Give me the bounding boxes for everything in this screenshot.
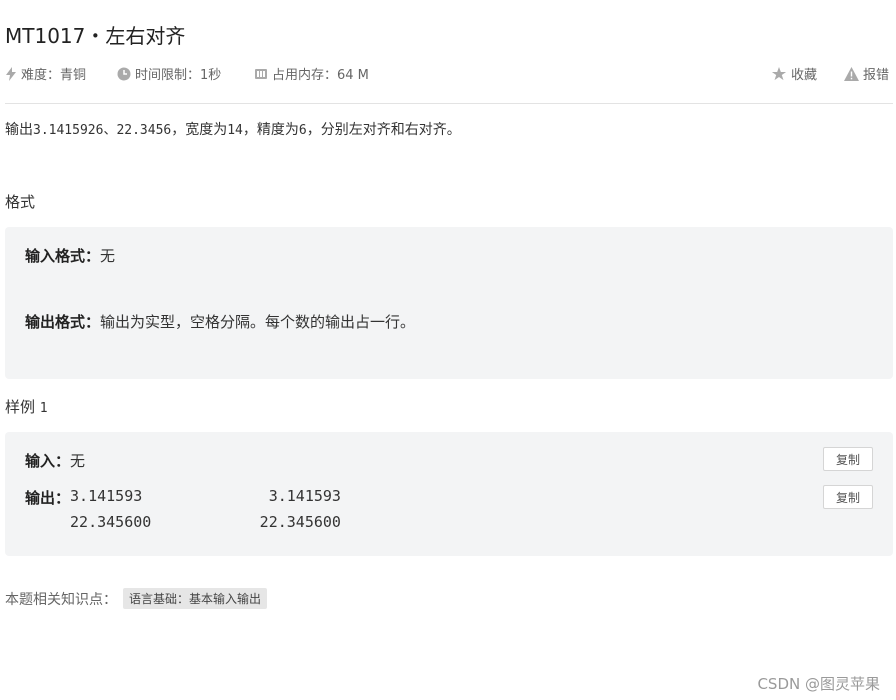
- format-box: 输入格式： 无 输出格式： 输出为实型，空格分隔。每个数的输出占一行。: [5, 227, 893, 379]
- difficulty-meta: 难度：青铜: [5, 64, 86, 83]
- memory-meta: 占用内存：64 M: [254, 64, 369, 83]
- knowledge-label: 本题相关知识点：: [5, 591, 117, 608]
- output-format-value: 输出为实型，空格分隔。每个数的输出占一行。: [100, 313, 416, 331]
- report-label: 报错: [863, 68, 890, 83]
- sample-output-row: 输出： 3.141593 3.141593 22.345600 22.34560…: [25, 487, 341, 531]
- input-format-label: 输入格式：: [25, 247, 101, 265]
- clock-icon: [117, 67, 131, 80]
- copy-output-button[interactable]: 复制: [823, 485, 873, 509]
- sample-heading: 样例 1: [5, 398, 48, 416]
- favorite-button[interactable]: 收藏: [771, 64, 817, 83]
- problem-title: MT1017・左右对齐: [5, 24, 186, 48]
- star-icon: [771, 66, 787, 80]
- knowledge-tag[interactable]: 语言基础：基本输入输出: [123, 588, 268, 609]
- watermark: CSDN @图灵苹果: [757, 675, 880, 693]
- sample-input-row: 输入： 无: [25, 450, 85, 471]
- sample-input-value: 无: [70, 452, 86, 470]
- input-format-value: 无: [100, 247, 116, 265]
- output-format-label: 输出格式：: [25, 313, 101, 331]
- sample-index: 1: [39, 401, 48, 416]
- sample-input-label: 输入：: [25, 452, 71, 470]
- sample-output-line: 22.345600 22.345600: [70, 513, 341, 531]
- sample-output-value: 3.141593 3.141593 22.345600 22.345600: [70, 487, 341, 531]
- lightning-icon: [6, 66, 16, 81]
- warning-icon: [844, 66, 859, 81]
- header-divider: [5, 103, 893, 104]
- knowledge-points: 本题相关知识点： 语言基础：基本输入输出: [5, 588, 268, 609]
- report-button[interactable]: 报错: [844, 64, 889, 83]
- time-limit-label: 时间限制：1秒: [135, 68, 222, 83]
- time-limit-meta: 时间限制：1秒: [117, 64, 221, 83]
- memory-label: 占用内存：64 M: [272, 68, 369, 83]
- input-format-row: 输入格式： 无: [25, 245, 115, 266]
- problem-description: 输出3.1415926、22.3456，宽度为14，精度为6，分别左对齐和右对齐…: [5, 122, 461, 138]
- favorite-label: 收藏: [791, 68, 818, 83]
- sample-output-label: 输出：: [25, 489, 71, 507]
- memory-icon: [255, 68, 267, 79]
- sample-output-line: 3.141593 3.141593: [70, 487, 341, 505]
- copy-input-button[interactable]: 复制: [823, 447, 873, 471]
- difficulty-label: 难度：青铜: [21, 68, 87, 83]
- output-format-row: 输出格式： 输出为实型，空格分隔。每个数的输出占一行。: [25, 311, 415, 332]
- format-heading: 格式: [5, 193, 36, 211]
- sample-box: 输入： 无 复制 输出： 3.141593 3.141593 22.345600…: [5, 432, 893, 556]
